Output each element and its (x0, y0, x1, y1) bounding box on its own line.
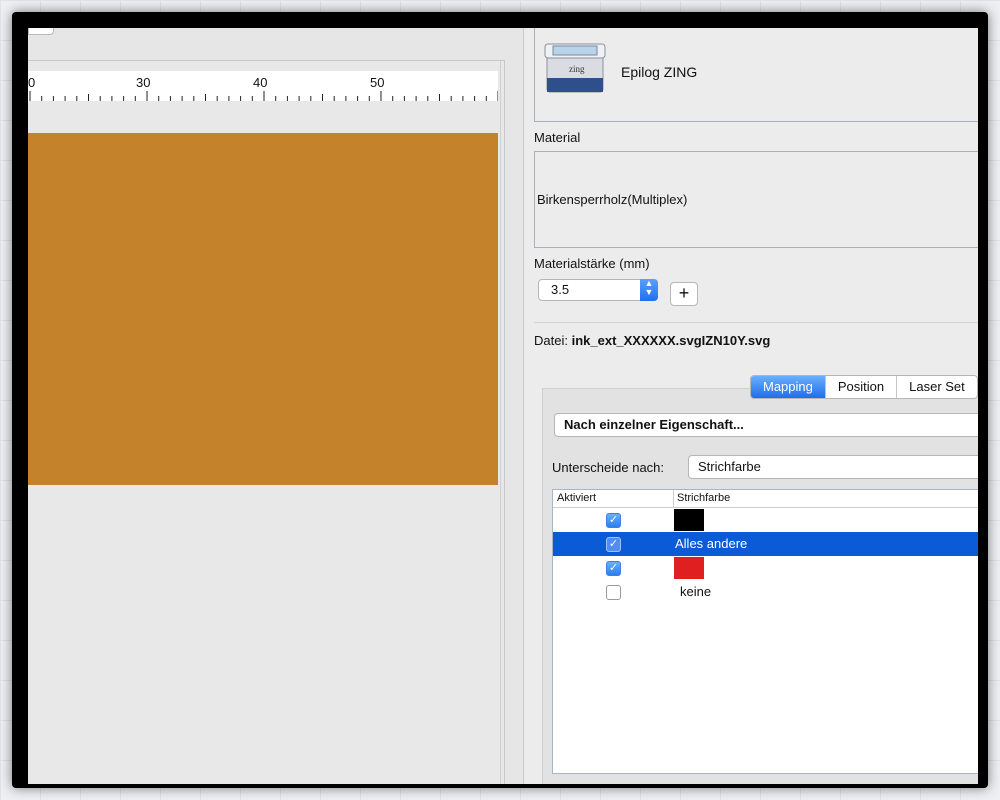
app-window: 0 30 40 50 zing Epilog ZING Material Bir… (28, 28, 978, 784)
tab-position[interactable]: Position (824, 376, 896, 398)
laser-cutter-icon: zing (544, 43, 606, 93)
file-info: Datei: ink_ext_XXXXXX.svgIZN10Y.svg (534, 333, 770, 348)
row-text: keine (680, 584, 712, 599)
ruler-label: 40 (253, 75, 268, 90)
column-separator[interactable] (673, 490, 674, 507)
settings-pane: zing Epilog ZING Material Birkensperrhol… (524, 28, 978, 784)
material-list[interactable]: Birkensperrholz(Multiplex) (534, 151, 978, 248)
canvas-border (500, 61, 501, 784)
column-header-enabled[interactable]: Aktiviert (557, 492, 596, 504)
laser-work-area[interactable] (28, 133, 498, 485)
mapping-table: Aktiviert Strichfarbe ✓ ✓ Alles andere ✓… (552, 489, 978, 774)
thickness-select[interactable]: 3.5 ▲ ▼ (538, 279, 658, 301)
distinguish-select[interactable]: Strichfarbe (688, 455, 978, 479)
add-thickness-button[interactable]: + (670, 282, 698, 306)
ruler-ticks (29, 91, 498, 101)
divider (534, 322, 978, 323)
ruler-label: 30 (136, 75, 151, 90)
up-down-arrows-icon[interactable]: ▲ ▼ (640, 279, 658, 301)
tab-mapping[interactable]: Mapping (751, 376, 825, 398)
row-checkbox[interactable]: ✓ (606, 537, 621, 552)
horizontal-ruler: 0 30 40 50 (28, 71, 498, 101)
mapping-mode-value: Nach einzelner Eigenschaft... (564, 417, 744, 432)
row-checkbox[interactable]: ✓ (606, 513, 621, 528)
row-checkbox[interactable] (606, 585, 621, 600)
material-label: Material (534, 130, 581, 145)
table-header: Aktiviert Strichfarbe (553, 490, 978, 508)
canvas-area[interactable]: 0 30 40 50 (28, 60, 505, 784)
row-checkbox[interactable]: ✓ (606, 561, 621, 576)
material-value[interactable]: Birkensperrholz(Multiplex) (537, 192, 687, 207)
device-selector[interactable]: zing Epilog ZING (534, 28, 978, 122)
toolbar-stub[interactable] (28, 28, 54, 35)
ruler-label: 0 (28, 75, 36, 90)
table-row[interactable]: ✓ (553, 508, 978, 532)
color-swatch[interactable] (674, 557, 704, 579)
table-row[interactable]: ✓ (553, 556, 978, 580)
tab-bar: Mapping Position Laser Set (750, 375, 978, 399)
color-swatch[interactable] (674, 509, 704, 531)
thickness-label: Materialstärke (mm) (534, 256, 650, 271)
device-icon-label: zing (569, 64, 585, 74)
thickness-value: 3.5 (551, 282, 570, 297)
ruler-label: 50 (370, 75, 385, 90)
distinguish-label: Unterscheide nach: (552, 460, 665, 475)
tab-laser-settings[interactable]: Laser Set (896, 376, 977, 398)
table-row-selected[interactable]: ✓ Alles andere (553, 532, 978, 556)
preview-pane: 0 30 40 50 (28, 28, 523, 784)
column-header-stroke-color[interactable]: Strichfarbe (677, 492, 730, 504)
mapping-mode-select[interactable]: Nach einzelner Eigenschaft... (554, 413, 978, 437)
distinguish-value: Strichfarbe (698, 459, 761, 474)
table-row[interactable]: keine (553, 580, 978, 604)
row-text: Alles andere (675, 536, 748, 551)
file-prefix: Datei: (534, 333, 568, 348)
device-name: Epilog ZING (621, 64, 698, 80)
file-name: ink_ext_XXXXXX.svgIZN10Y.svg (571, 333, 771, 348)
